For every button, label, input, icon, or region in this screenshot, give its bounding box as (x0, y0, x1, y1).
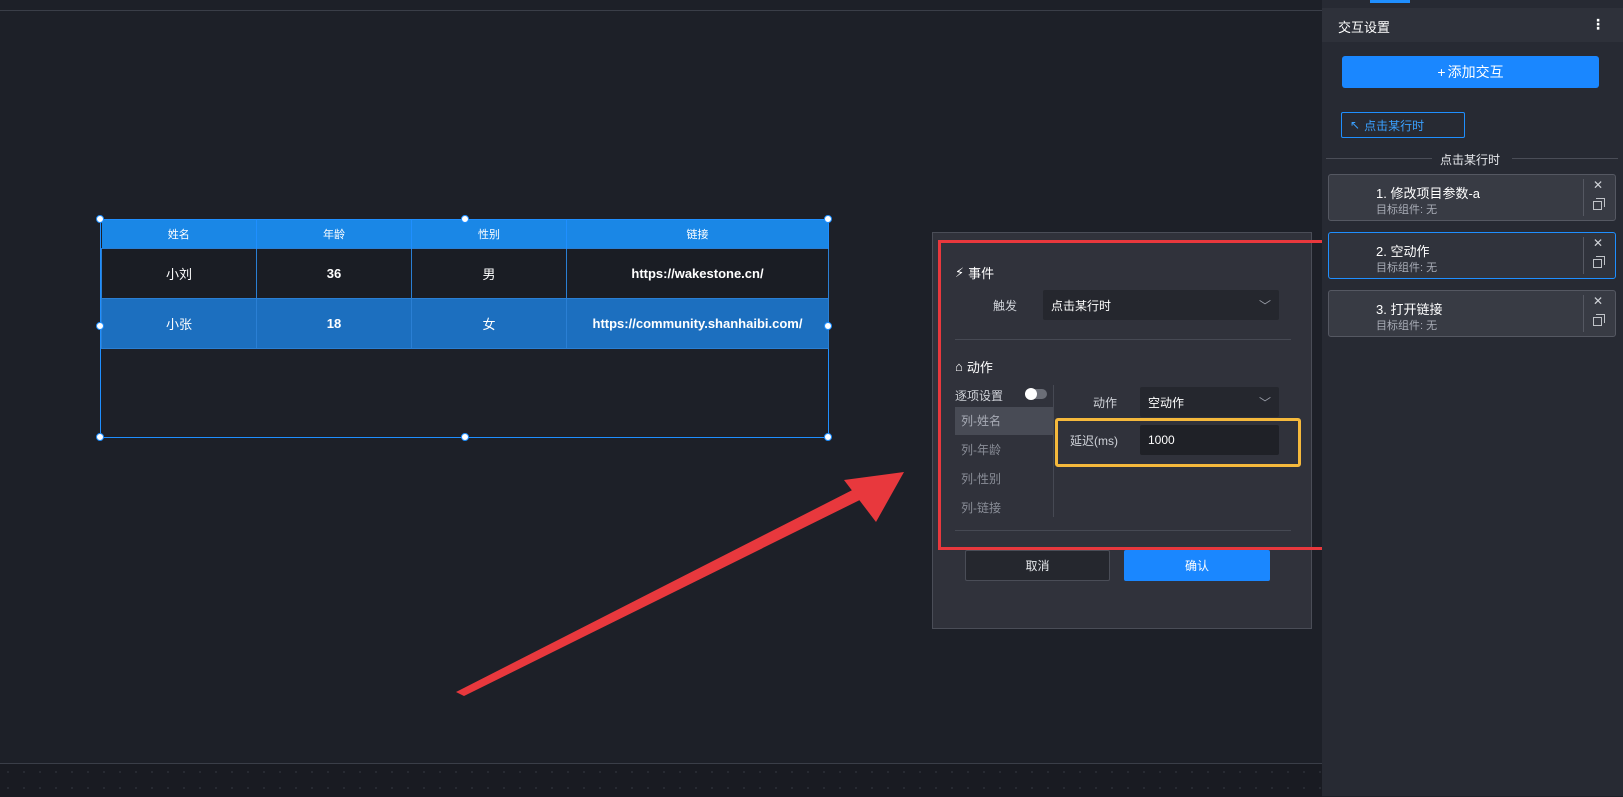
table-row[interactable]: 小张 18 女 https://community.shanhaibi.com/ (101, 298, 829, 349)
close-icon[interactable]: ✕ (1593, 178, 1603, 192)
highlight-box-red (938, 240, 1328, 550)
pointer-click-icon: ↖ (1350, 118, 1361, 132)
section-label: 点击某行时 (1440, 153, 1501, 167)
table-row[interactable]: 小刘 36 男 https://wakestone.cn/ (101, 248, 829, 299)
cell-name[interactable]: 小张 (101, 298, 257, 349)
canvas-ruler-bottom (0, 763, 1322, 797)
resize-handle-top-left[interactable] (96, 215, 104, 223)
action-card[interactable]: 2. 空动作 目标组件: 无 ✕ (1328, 232, 1616, 279)
resize-handle-bottom-left[interactable] (96, 433, 104, 441)
resize-handle-top[interactable] (461, 215, 469, 223)
action-target: 目标组件: 无 (1376, 262, 1438, 274)
copy-icon[interactable] (1593, 256, 1605, 268)
add-interaction-button[interactable]: + 添加交互 (1342, 56, 1599, 88)
action-target: 目标组件: 无 (1376, 204, 1438, 216)
action-title: 2. 空动作 (1376, 244, 1430, 259)
section-separator-left (1326, 158, 1432, 159)
cell-gender[interactable]: 女 (411, 298, 567, 349)
resize-handle-right[interactable] (824, 322, 832, 330)
confirm-button[interactable]: 确认 (1124, 550, 1270, 581)
data-table[interactable]: 姓名 年龄 性别 链接 小刘 36 男 https://wakestone.cn… (101, 220, 829, 349)
resize-handle-top-right[interactable] (824, 215, 832, 223)
resize-handle-bottom[interactable] (461, 433, 469, 441)
card-divider (1583, 237, 1584, 274)
plus-icon: + (1437, 64, 1446, 80)
resize-handle-left[interactable] (96, 322, 104, 330)
header-gender: 性别 (411, 220, 567, 249)
more-options-icon[interactable]: ⋮ (1591, 16, 1605, 33)
annotation-arrow (456, 472, 904, 696)
cell-link[interactable]: https://wakestone.cn/ (566, 248, 829, 299)
cell-link[interactable]: https://community.shanhaibi.com/ (566, 298, 829, 349)
cell-gender[interactable]: 男 (411, 248, 567, 299)
header-name: 姓名 (101, 220, 257, 249)
panel-title: 交互设置 (1338, 20, 1391, 35)
canvas-top-border (0, 10, 1322, 11)
action-title: 1. 修改项目参数-a (1376, 186, 1481, 201)
table-widget[interactable]: 姓名 年龄 性别 链接 小刘 36 男 https://wakestone.cn… (96, 215, 832, 441)
card-divider (1583, 179, 1584, 216)
copy-icon[interactable] (1593, 314, 1605, 326)
table-header-row: 姓名 年龄 性别 链接 (101, 220, 829, 249)
header-age: 年龄 (256, 220, 412, 249)
cell-name[interactable]: 小刘 (101, 248, 257, 299)
header-link: 链接 (566, 220, 829, 249)
cell-age[interactable]: 18 (256, 298, 412, 349)
card-divider (1583, 295, 1584, 332)
highlight-box-yellow (1055, 418, 1301, 467)
action-card[interactable]: 3. 打开链接 目标组件: 无 ✕ (1328, 290, 1616, 337)
section-separator-right (1512, 158, 1618, 159)
cancel-button[interactable]: 取消 (965, 550, 1110, 581)
action-card[interactable]: 1. 修改项目参数-a 目标组件: 无 ✕ (1328, 174, 1616, 221)
copy-icon[interactable] (1593, 198, 1605, 210)
action-title: 3. 打开链接 (1376, 302, 1443, 317)
cell-age[interactable]: 36 (256, 248, 412, 299)
trigger-tag[interactable]: ↖ 点击某行时 (1341, 112, 1465, 138)
interaction-panel: 交互设置 ⋮ + 添加交互 ↖ 点击某行时 点击某行时 1. 修改项目参数-a … (1322, 0, 1623, 796)
action-target: 目标组件: 无 (1376, 320, 1438, 332)
close-icon[interactable]: ✕ (1593, 236, 1603, 250)
active-tab-indicator (1370, 0, 1410, 3)
resize-handle-bottom-right[interactable] (824, 433, 832, 441)
close-icon[interactable]: ✕ (1593, 294, 1603, 308)
